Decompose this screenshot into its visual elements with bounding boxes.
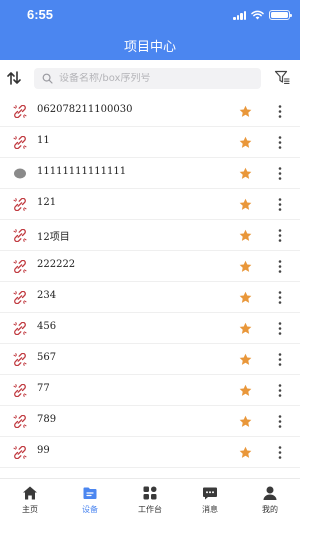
tab-label: 主页 <box>22 505 38 514</box>
battery-icon <box>269 10 292 20</box>
more-options-icon[interactable] <box>274 352 286 367</box>
device-row[interactable]: 567 <box>0 344 300 375</box>
wifi-icon <box>251 10 264 20</box>
sort-arrows-icon[interactable] <box>5 69 23 87</box>
cellular-signal-icon <box>233 10 246 20</box>
device-row[interactable]: 11111111111111 <box>0 158 300 189</box>
star-icon[interactable] <box>239 136 252 149</box>
tab-message[interactable]: 消息 <box>180 479 240 533</box>
page-title: 项目中心 <box>123 40 176 55</box>
device-name: 11 <box>37 135 50 146</box>
device-name: 567 <box>37 352 57 363</box>
home-icon <box>22 485 38 501</box>
device-name: 456 <box>37 321 57 332</box>
more-options-icon[interactable] <box>274 414 286 429</box>
more-options-icon[interactable] <box>274 166 286 181</box>
disconnected-link-icon <box>13 415 27 428</box>
device-name: 234 <box>37 290 57 301</box>
disconnected-link-icon <box>13 446 27 459</box>
more-options-icon[interactable] <box>274 228 286 243</box>
more-options-icon[interactable] <box>274 197 286 212</box>
unknown-status-icon <box>14 168 26 179</box>
device-row[interactable]: 99 <box>0 437 300 468</box>
device-row[interactable]: 789 <box>0 406 300 437</box>
tab-person[interactable]: 我的 <box>240 479 300 533</box>
star-icon[interactable] <box>239 384 252 397</box>
star-icon[interactable] <box>239 291 252 304</box>
device-row[interactable]: 222222 <box>0 251 300 282</box>
message-icon <box>202 485 218 501</box>
star-icon[interactable] <box>239 105 252 118</box>
star-icon[interactable] <box>239 322 252 335</box>
tab-label: 消息 <box>202 505 218 514</box>
device-list: 062078211100030 11 11111111111111 121 12… <box>0 96 300 478</box>
disconnected-link-icon <box>13 353 27 366</box>
star-icon[interactable] <box>239 353 252 366</box>
star-icon[interactable] <box>239 198 252 211</box>
device-row[interactable]: 121 <box>0 189 300 220</box>
more-options-icon[interactable] <box>274 104 286 119</box>
star-icon[interactable] <box>239 260 252 273</box>
disconnected-link-icon <box>13 105 27 118</box>
disconnected-link-icon <box>13 322 27 335</box>
disconnected-link-icon <box>13 198 27 211</box>
status-icons <box>233 9 292 21</box>
star-icon[interactable] <box>239 229 252 242</box>
disconnected-link-icon <box>13 260 27 273</box>
tab-bar: 主页 设备 工作台 消息 我的 <box>0 478 300 533</box>
tab-label: 工作台 <box>138 505 162 514</box>
device-name: 11111111111111 <box>37 166 127 177</box>
filter-icon[interactable] <box>274 69 290 85</box>
disconnected-link-icon <box>13 136 27 149</box>
device-name: 222222 <box>37 259 76 270</box>
search-input[interactable] <box>59 73 249 84</box>
more-options-icon[interactable] <box>274 259 286 274</box>
workbench-grid-icon <box>142 485 158 501</box>
tab-label: 设备 <box>82 505 98 514</box>
star-icon[interactable] <box>239 167 252 180</box>
tab-home[interactable]: 主页 <box>0 479 60 533</box>
device-name: 99 <box>37 445 50 456</box>
person-icon <box>262 485 278 501</box>
device-name: 062078211100030 <box>37 104 133 115</box>
battery-level <box>271 12 288 18</box>
tab-workbench-grid[interactable]: 工作台 <box>120 479 180 533</box>
device-name: 77 <box>37 383 50 394</box>
device-folder-icon <box>82 485 98 501</box>
status-time: 6:55 <box>27 7 54 22</box>
disconnected-link-icon <box>13 229 27 242</box>
device-row[interactable]: 77 <box>0 375 300 406</box>
toolbar <box>0 60 300 96</box>
more-options-icon[interactable] <box>274 290 286 305</box>
tab-label: 我的 <box>262 505 278 514</box>
device-row[interactable]: 11 <box>0 127 300 158</box>
more-options-icon[interactable] <box>274 321 286 336</box>
device-row[interactable]: 456 <box>0 313 300 344</box>
star-icon[interactable] <box>239 415 252 428</box>
disconnected-link-icon <box>13 384 27 397</box>
header: 6:55 项目中心 <box>0 0 300 60</box>
device-row[interactable]: 12项目 <box>0 220 300 251</box>
device-row[interactable]: 234 <box>0 282 300 313</box>
disconnected-link-icon <box>13 291 27 304</box>
more-options-icon[interactable] <box>274 135 286 150</box>
star-icon[interactable] <box>239 446 252 459</box>
more-options-icon[interactable] <box>274 445 286 460</box>
device-name: 789 <box>37 414 57 425</box>
search-box[interactable] <box>34 68 261 89</box>
device-row[interactable]: 062078211100030 <box>0 96 300 127</box>
status-bar: 6:55 <box>0 0 300 30</box>
more-options-icon[interactable] <box>274 383 286 398</box>
search-icon <box>42 73 53 84</box>
tab-device-folder[interactable]: 设备 <box>60 479 120 533</box>
device-name: 12项目 <box>37 232 70 243</box>
device-name: 121 <box>37 197 57 208</box>
